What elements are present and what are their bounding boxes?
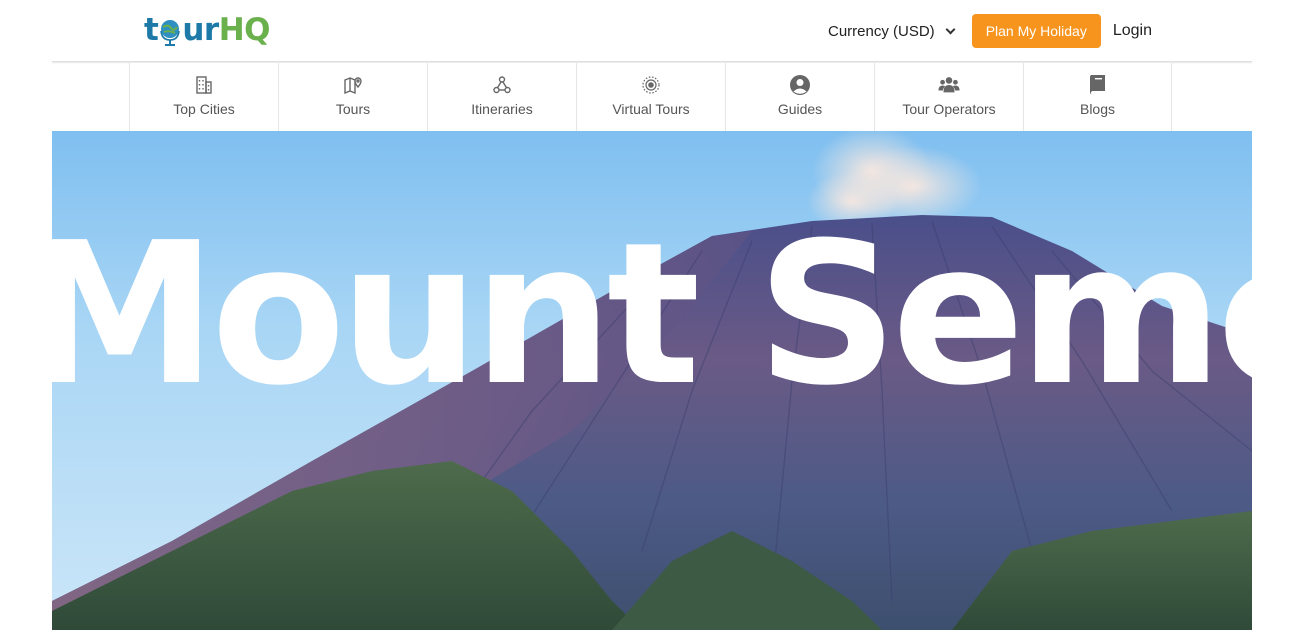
- nav-item-top-cities[interactable]: Top Cities: [129, 63, 278, 131]
- user-circle-icon: [789, 74, 811, 96]
- nav-item-tour-operators[interactable]: Tour Operators: [874, 63, 1023, 131]
- nav-label: Top Cities: [173, 101, 235, 117]
- nav-label: Tour Operators: [902, 101, 996, 117]
- nav-label: Itineraries: [471, 101, 533, 117]
- nav-item-guides[interactable]: Guides: [725, 63, 874, 131]
- logo-text-t: t: [144, 12, 159, 48]
- nav-label: Tours: [335, 101, 371, 117]
- nav-item-blogs[interactable]: Blogs: [1023, 63, 1172, 131]
- building-icon: [193, 74, 215, 96]
- users-group-icon: [938, 74, 960, 96]
- chevron-down-icon: [945, 24, 956, 34]
- 360-view-icon: [640, 74, 662, 96]
- nav-item-tours[interactable]: Tours: [278, 63, 427, 131]
- route-nodes-icon: [491, 74, 513, 96]
- main-nav: Top Cities Tours Itineraries Virtual Tou…: [129, 63, 1172, 131]
- nav-label: Blogs: [1079, 101, 1116, 117]
- login-link[interactable]: Login: [1113, 22, 1152, 40]
- site-header: t ur HQ Currency (USD) Plan My Holiday L…: [52, 0, 1252, 62]
- globe-icon: [159, 15, 181, 46]
- hero-title: Mount Semeru: [52, 201, 1252, 429]
- nav-item-virtual-tours[interactable]: Virtual Tours: [576, 63, 725, 131]
- currency-label: Currency (USD): [828, 22, 935, 40]
- header-actions: Currency (USD) Plan My Holiday Login: [828, 13, 1152, 49]
- currency-selector[interactable]: Currency (USD): [828, 22, 956, 40]
- tourhq-logo[interactable]: t ur HQ: [144, 8, 271, 52]
- logo-text-hq: HQ: [218, 12, 271, 48]
- nav-label: Guides: [777, 101, 823, 117]
- nav-item-itineraries[interactable]: Itineraries: [427, 63, 576, 131]
- map-pin-icon: [342, 74, 364, 96]
- nav-label: Virtual Tours: [612, 101, 690, 117]
- logo-text-ur: ur: [182, 12, 219, 48]
- plan-my-holiday-button[interactable]: Plan My Holiday: [971, 14, 1101, 48]
- hero-banner: Mount Semeru: [52, 131, 1252, 630]
- book-icon: [1087, 74, 1109, 96]
